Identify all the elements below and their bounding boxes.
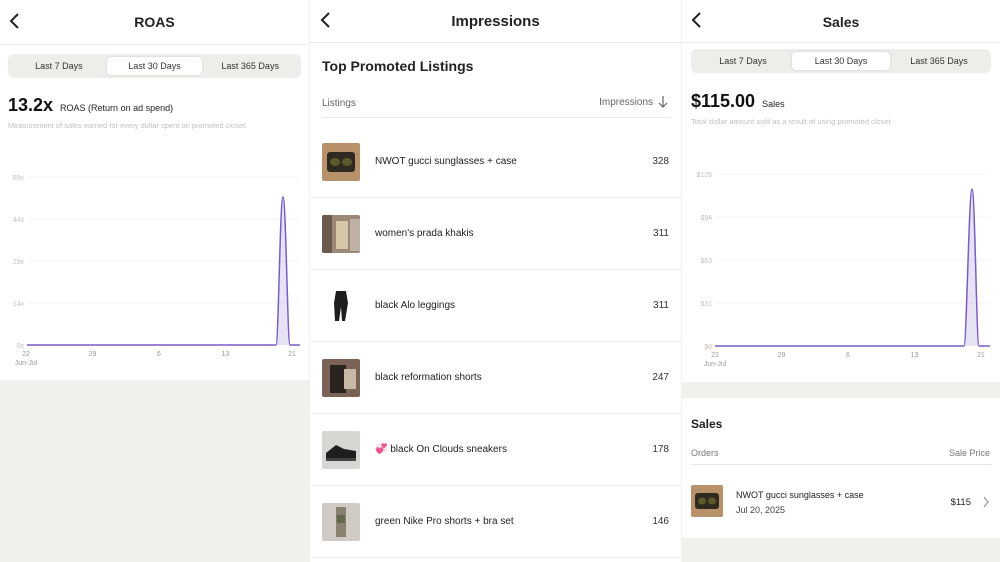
sales-series-line [715, 188, 990, 347]
sales-value: $115.00 [691, 91, 756, 111]
impression-count: 311 [653, 300, 669, 311]
x-tick-label: 21 [288, 351, 296, 358]
impression-count: 247 [652, 372, 669, 383]
roas-chart: 0x 14x 29x 44x 59x 22 29 6 13 21 Jun-Jul [13, 175, 300, 367]
column-header-sale-price: Sale Price [948, 448, 990, 458]
roas-metric: 13.2x ROAS (Return on ad spend) [8, 95, 173, 116]
tab-last-365-days[interactable]: Last 365 Days [202, 57, 298, 75]
listing-thumbnail [322, 286, 360, 325]
x-tick-label: 22 [711, 352, 719, 359]
column-header-orders: Orders [691, 448, 719, 458]
order-date: Jul 20, 2025 [736, 505, 786, 515]
sales-area-fill [715, 189, 979, 346]
back-chevron-icon[interactable] [690, 10, 704, 30]
y-tick-label: 29x [13, 259, 25, 266]
x-tick-label: 29 [89, 351, 97, 358]
x-sublabel: Jun-Jul [704, 361, 727, 368]
impressions-panel: Impressions Top Promoted Listings Listin… [310, 0, 681, 562]
impression-count: 328 [652, 156, 669, 167]
impression-count: 178 [652, 444, 669, 455]
impression-count: 311 [653, 228, 669, 239]
x-sublabel: Jun-Jul [15, 360, 38, 367]
tab-last-30-days[interactable]: Last 30 Days [106, 57, 203, 75]
order-item-name: NWOT gucci sunglasses + case [736, 490, 864, 500]
listing-row[interactable]: 💞 black On Clouds sneakers 178 [310, 414, 681, 486]
sales-panel: Sales Last 7 Days Last 30 Days Last 365 … [682, 0, 1000, 562]
section-title: Top Promoted Listings [322, 58, 474, 74]
x-tick-label: 21 [977, 352, 985, 359]
y-tick-label: $31 [700, 301, 712, 308]
listing-name: women's prada khakis [375, 228, 474, 239]
listing-thumbnail [322, 142, 360, 181]
roas-panel: ROAS Last 7 Days Last 30 Days Last 365 D… [0, 0, 309, 562]
listing-thumbnail [322, 214, 360, 253]
x-tick-label: 13 [222, 351, 230, 358]
listing-row[interactable]: black reformation shorts 247 [310, 342, 681, 414]
divider [682, 42, 1000, 43]
sales-chart: $0 $31 $63 $94 $126 22 29 6 13 21 Jun-Jul [696, 172, 990, 368]
page-title: Sales [822, 14, 860, 30]
listing-name: green Nike Pro shorts + bra set [375, 516, 514, 527]
y-tick-label: $126 [696, 172, 712, 179]
divider [310, 42, 681, 43]
roas-description: Measurement of sales earned for every do… [8, 121, 248, 130]
section-title: Sales [691, 417, 723, 431]
listing-row[interactable]: NWOT gucci sunglasses + case 328 [310, 126, 681, 198]
y-tick-label: 59x [13, 175, 25, 182]
sales-orders-card: Sales Orders Sale Price NWOT gucci sungl… [682, 398, 1000, 538]
listing-thumbnail [322, 502, 360, 541]
divider [691, 464, 991, 465]
tab-last-7-days[interactable]: Last 7 Days [694, 52, 792, 70]
tab-last-30-days[interactable]: Last 30 Days [792, 52, 890, 70]
roas-value: 13.2x [8, 95, 54, 115]
page-title: Impressions [451, 12, 540, 30]
page-title: ROAS [134, 14, 175, 30]
sales-description: Total dollar amount sold as a result of … [691, 117, 893, 126]
impression-count: 146 [652, 516, 669, 527]
back-chevron-icon[interactable] [319, 10, 333, 30]
y-tick-label: $63 [700, 258, 712, 265]
back-chevron-icon[interactable] [8, 11, 22, 31]
y-tick-label: 0x [17, 343, 25, 350]
x-tick-label: 6 [157, 351, 161, 358]
chevron-right-icon [983, 496, 989, 508]
divider [0, 44, 309, 45]
sales-header: Sales [682, 0, 1000, 44]
y-tick-label: 14x [13, 301, 25, 308]
y-tick-label: 44x [13, 217, 25, 224]
arrow-down-icon [658, 96, 668, 108]
roas-header: ROAS [0, 0, 309, 44]
order-row[interactable]: NWOT gucci sunglasses + case Jul 20, 202… [682, 478, 1000, 526]
listing-row[interactable]: women's prada khakis 311 [310, 198, 681, 270]
sales-value-label: Sales [762, 99, 785, 109]
listing-thumbnail [322, 358, 360, 397]
divider [322, 117, 669, 118]
sales-metric: $115.00 Sales [691, 91, 785, 112]
x-tick-label: 6 [846, 352, 850, 359]
y-tick-label: $0 [704, 344, 712, 351]
y-tick-label: $94 [700, 215, 712, 222]
listing-row[interactable]: green Nike Pro shorts + bra set 146 [310, 486, 681, 558]
x-tick-label: 29 [778, 352, 786, 359]
listing-thumbnail [322, 430, 360, 469]
listing-name: black Alo leggings [375, 300, 456, 311]
period-selector: Last 7 Days Last 30 Days Last 365 Days [8, 54, 301, 78]
order-price: $115 [950, 497, 971, 508]
listing-name: NWOT gucci sunglasses + case [375, 156, 517, 167]
listing-row[interactable]: black Alo leggings 311 [310, 270, 681, 342]
x-tick-label: 13 [911, 352, 919, 359]
period-selector: Last 7 Days Last 30 Days Last 365 Days [691, 49, 991, 73]
column-header-listings: Listings [322, 98, 356, 109]
tab-last-365-days[interactable]: Last 365 Days [890, 52, 988, 70]
impressions-header: Impressions [310, 0, 681, 42]
sort-impressions[interactable]: Impressions [599, 95, 669, 109]
listing-name: 💞 black On Clouds sneakers [375, 444, 507, 455]
tab-last-7-days[interactable]: Last 7 Days [11, 57, 107, 75]
column-header-impressions: Impressions [599, 96, 653, 108]
x-tick-label: 22 [22, 351, 30, 358]
order-thumbnail [691, 485, 723, 517]
listing-name: black reformation shorts [375, 372, 482, 383]
roas-value-label: ROAS (Return on ad spend) [60, 103, 174, 113]
